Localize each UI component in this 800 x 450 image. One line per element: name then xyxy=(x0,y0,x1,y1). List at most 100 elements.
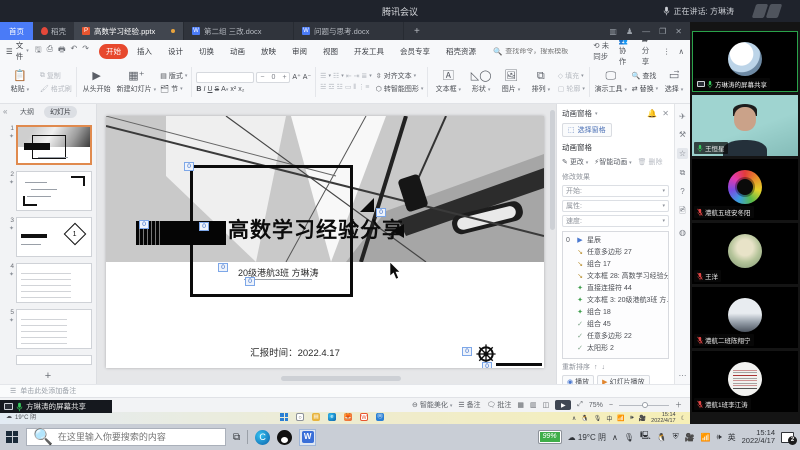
anim-item[interactable]: ✦组合 18 xyxy=(563,306,668,318)
play-from-start-button[interactable]: ▶从头开始 xyxy=(81,64,113,100)
wifi-icon[interactable]: 📶 xyxy=(617,415,624,422)
tray-expand-icon[interactable]: ∧ xyxy=(612,433,618,442)
ime-tray-icon[interactable]: 中 xyxy=(606,414,612,423)
participant-tile[interactable]: 港航1班李江涛 xyxy=(692,351,798,412)
participant-tile[interactable]: 王恒星 xyxy=(692,95,798,156)
animation-list[interactable]: 0▶星辰 ↘任意多边形 27 ↘组合 17 ↘文本框 28: 高数学习经验分享 … xyxy=(562,231,669,359)
anim-order-badge[interactable]: 0 xyxy=(245,277,255,286)
ribbon-tab-home[interactable]: 开始 xyxy=(99,44,128,59)
fill-button[interactable]: ◇ 填充 ▾ xyxy=(558,71,585,81)
replace-button[interactable]: ⇄ 替换 ▾ xyxy=(632,84,658,94)
sync-status[interactable]: ⟲ 未同步 xyxy=(593,40,610,62)
new-slide-button[interactable]: ▦⁺新建幻灯片 ▾ xyxy=(117,64,157,100)
ribbon-tab-member[interactable]: 会员专享 xyxy=(393,44,437,59)
anim-item[interactable]: ✓任意多边形 22 xyxy=(563,330,668,342)
present-tools-button[interactable]: 🖵演示工具 ▾ xyxy=(594,64,628,100)
taskbar-search-box[interactable]: 🔍 xyxy=(26,428,226,446)
qq-icon[interactable] xyxy=(277,430,292,445)
format-painter-button[interactable]: 🖌 格式刷 xyxy=(40,84,72,94)
more-icon[interactable]: ⋮ xyxy=(663,47,671,56)
participant-tile[interactable]: 王洋 xyxy=(692,223,798,284)
anim-item[interactable]: ↘文本框 28: 高数学习经验分享 xyxy=(563,270,668,282)
explorer-icon[interactable]: ▤ xyxy=(312,413,320,421)
reorder-down-icon[interactable]: ↓ xyxy=(602,364,606,371)
anim-order-badge[interactable]: 0 xyxy=(218,263,228,272)
wifi-icon[interactable]: 📶 xyxy=(701,433,711,442)
layout-button[interactable]: ▤ 版式 ▾ xyxy=(160,71,187,81)
security-tray-icon[interactable]: ⛨ xyxy=(673,432,679,442)
meeting-app-icon[interactable]: Ⓜ xyxy=(376,413,384,421)
more-panels-icon[interactable]: ⋯ xyxy=(679,371,687,380)
start-dropdown[interactable]: 开始:▾ xyxy=(562,185,669,197)
settings-panel-icon[interactable]: ⚒ xyxy=(679,130,686,139)
anim-item[interactable]: 0▶星辰 xyxy=(563,234,668,246)
layout-panel-icon[interactable]: ⧉ xyxy=(680,168,686,178)
wps-active-app-icon[interactable]: W xyxy=(299,429,316,446)
weather-widget[interactable]: ☁ 19°C 阴 xyxy=(568,432,606,443)
textbox-button[interactable]: 🄰文本框 ▾ xyxy=(432,64,464,100)
zoom-level[interactable]: 75% xyxy=(589,402,603,409)
ribbon-tab-view[interactable]: 视图 xyxy=(316,44,345,59)
command-search-input[interactable] xyxy=(505,48,591,55)
slide-thumb-1[interactable]: 1✦ xyxy=(2,125,92,165)
ime-indicator[interactable]: 英 xyxy=(728,432,736,443)
notes-bar[interactable]: ☰ 单击此处添加备注 xyxy=(0,384,690,397)
strike-button[interactable]: S xyxy=(215,86,220,93)
delete-anim-button[interactable]: 🗑 删除 xyxy=(638,157,663,167)
undo-icon[interactable]: ↶ xyxy=(71,44,78,58)
browser-icon[interactable]: C xyxy=(255,430,270,445)
doc-tab-docx-2[interactable]: W 问题与思考.docx xyxy=(294,22,404,40)
copy-button[interactable]: ⧉ 复制 xyxy=(40,71,72,81)
qq-tray-icon[interactable]: 🐧 xyxy=(581,415,588,422)
slide[interactable]: 高数学习经验分享 20级港航3班 方琳涛 汇报时间：2022.4.17 xyxy=(106,116,544,368)
anim-item[interactable]: ↘任意多边形 27 xyxy=(563,246,668,258)
anim-item[interactable]: ✦直接连接符 44 xyxy=(563,282,668,294)
font-size-box[interactable]: −0+ xyxy=(256,72,290,83)
close-button[interactable]: ✕ xyxy=(675,27,682,36)
shrink-font-icon[interactable]: A⁻ xyxy=(303,73,311,81)
mic-tray-icon[interactable]: 🎙 xyxy=(624,433,634,442)
paste-button[interactable]: 📋粘贴 ▾ xyxy=(4,64,36,100)
volume-icon[interactable]: 🕪 xyxy=(630,415,634,422)
speed-dropdown[interactable]: 速度:▾ xyxy=(562,215,669,227)
ribbon-tab-insert[interactable]: 插入 xyxy=(130,44,159,59)
anim-order-badge[interactable]: 0 xyxy=(482,362,492,368)
ribbon-tab-transition[interactable]: 切换 xyxy=(192,44,221,59)
normal-view-icon[interactable]: ▦ xyxy=(517,401,524,409)
volume-icon[interactable]: 🕪 xyxy=(717,432,722,442)
anim-order-badge[interactable]: 0 xyxy=(199,222,209,231)
font-color-icon[interactable]: A▾ xyxy=(221,86,228,93)
wps-home-button[interactable]: 首页 xyxy=(0,22,33,40)
output-icon[interactable]: ⎙ xyxy=(47,44,53,58)
anim-order-badge[interactable]: 0 xyxy=(376,208,386,217)
wps-docer-button[interactable]: 稻壳 xyxy=(33,22,74,40)
font-name-box[interactable] xyxy=(196,72,254,83)
start-button[interactable] xyxy=(6,431,19,444)
select-button[interactable]: ▭⃗选择 ▾ xyxy=(662,64,686,100)
battery-indicator[interactable]: 99% xyxy=(538,430,562,444)
collapse-ribbon-icon[interactable]: ∧ xyxy=(678,47,684,56)
change-anim-button[interactable]: ✎ 更改 ▾ xyxy=(562,157,588,167)
participant-tile-share[interactable]: 方琳涛的屏幕共享 xyxy=(692,31,798,92)
mic-tray-icon[interactable]: 🎙 xyxy=(594,415,602,422)
anim-item[interactable]: ✦文本框 3: 20级港航3班 方... xyxy=(563,294,668,306)
ribbon-tab-docer-res[interactable]: 稻壳资源 xyxy=(439,44,483,59)
zoom-out-icon[interactable]: − xyxy=(609,402,613,409)
taskbar-search-input[interactable] xyxy=(58,432,218,442)
share-indicator[interactable]: 方琳涛的屏幕共享 xyxy=(0,400,112,413)
anim-item[interactable]: ↘组合 17 xyxy=(563,258,668,270)
horizontal-scrollbar[interactable] xyxy=(281,376,401,381)
align-text-button[interactable]: ⇳ 对齐文本 ▾ xyxy=(376,71,424,81)
ribbon-tab-devtools[interactable]: 开发工具 xyxy=(347,44,391,59)
close-pane-icon[interactable]: ✕ xyxy=(662,109,669,118)
task-view-icon[interactable]: ⧉ xyxy=(233,432,240,443)
doc-tab-pptx[interactable]: P 高数学习经验.pptx xyxy=(74,22,184,40)
reading-mode-icon[interactable]: ▥ xyxy=(609,27,617,36)
shared-weather-widget[interactable]: ☁ 19°C 阴 xyxy=(6,412,36,421)
zoom-slider[interactable] xyxy=(619,405,669,406)
section-button[interactable]: 🗂 节 ▾ xyxy=(160,84,187,94)
new-document-tab-button[interactable]: + xyxy=(404,22,430,40)
slide-thumb-4[interactable]: 4✦ xyxy=(2,263,92,303)
user-icon[interactable]: ♟ xyxy=(626,27,633,36)
slide-thumb-2[interactable]: 2✦ xyxy=(2,171,92,211)
